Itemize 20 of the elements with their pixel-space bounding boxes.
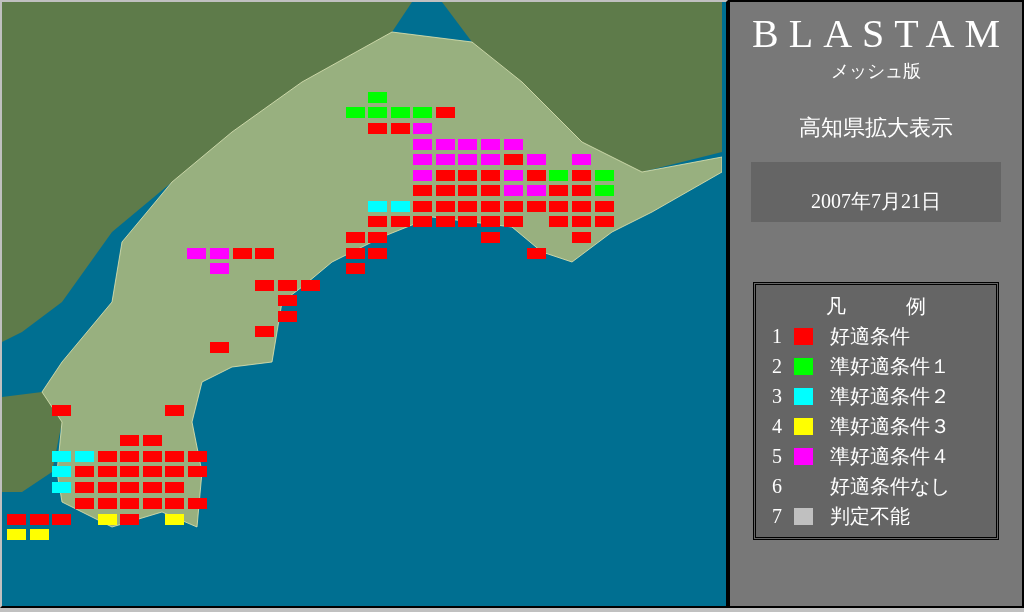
- legend-label: 準好適条件４: [830, 444, 950, 469]
- legend-heading: 例: [906, 294, 926, 319]
- legend-label: 準好適条件１: [830, 354, 950, 379]
- app-title: BLASTAM: [751, 10, 1010, 58]
- legend-number: 6: [772, 474, 783, 499]
- legend-label: 準好適条件３: [830, 414, 950, 439]
- view-label: 高知県拡大表示: [799, 114, 953, 142]
- legend-heading: 凡: [826, 294, 846, 319]
- legend-number: 7: [772, 504, 783, 529]
- date-display: 2007年7月21日: [751, 162, 1001, 222]
- legend-number: 1: [772, 324, 783, 349]
- legend-number: 2: [772, 354, 783, 379]
- legend-label: 準好適条件２: [830, 384, 950, 409]
- legend-number: 4: [772, 414, 783, 439]
- legend-label: 好適条件: [830, 324, 910, 349]
- legend-number: 3: [772, 384, 783, 409]
- legend-label: 好適条件なし: [830, 474, 950, 499]
- legend-number: 5: [772, 444, 783, 469]
- legend-label: 判定不能: [830, 504, 910, 529]
- app-subtitle: メッシュ版: [831, 60, 921, 83]
